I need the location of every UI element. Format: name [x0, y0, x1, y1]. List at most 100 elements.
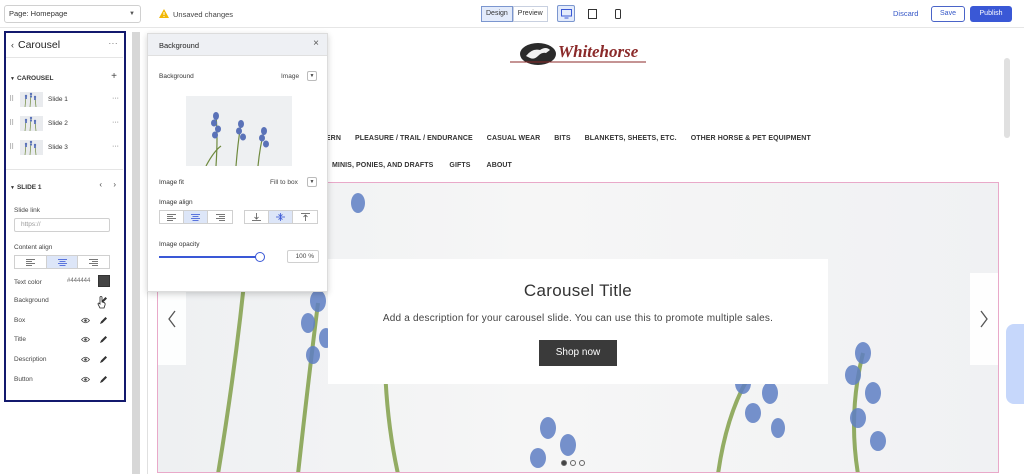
nav-link[interactable]: GIFTS — [449, 162, 470, 169]
more-options-icon[interactable]: ··· — [112, 119, 119, 126]
save-button[interactable]: Save — [931, 6, 965, 22]
carousel-description: Add a description for your carousel slid… — [382, 313, 774, 324]
opacity-slider-track[interactable] — [159, 256, 263, 258]
close-icon[interactable]: × — [313, 38, 319, 49]
publish-button[interactable]: Publish — [970, 6, 1012, 22]
panel-scrollbar[interactable] — [132, 32, 140, 474]
align-right-button[interactable] — [78, 256, 109, 268]
box-row[interactable]: Box — [14, 316, 110, 328]
nav-link[interactable]: BITS — [554, 135, 570, 142]
image-align-label: Image align — [159, 199, 193, 206]
page-select[interactable]: Page: Homepage ▼ — [4, 5, 141, 23]
button-label: Button — [14, 376, 33, 383]
preview-scrollbar[interactable] — [1004, 58, 1010, 138]
carousel-settings-panel: ‹ Carousel ··· ▼ CAROUSEL + ⠿ Slide 1 ··· … — [4, 31, 126, 402]
opacity-input[interactable]: 100 % — [287, 250, 319, 263]
panel-title: Carousel — [18, 39, 61, 51]
visibility-eye-icon[interactable] — [81, 376, 90, 383]
preview-mode-button[interactable]: Preview — [512, 6, 548, 22]
mobile-view-button[interactable] — [609, 5, 627, 22]
visibility-eye-icon[interactable] — [81, 317, 90, 324]
image-fit-value[interactable]: Fill to box — [270, 179, 298, 186]
drag-handle-icon[interactable]: ⠿ — [9, 119, 14, 127]
chevron-down-icon[interactable]: ▼ — [307, 177, 317, 187]
background-image-preview[interactable] — [186, 96, 292, 166]
chevron-right-icon — [980, 310, 988, 328]
align-middle-button[interactable] — [269, 211, 293, 223]
title-label: Title — [14, 336, 27, 343]
nav-link[interactable]: BLANKETS, SHEETS, ETC. — [585, 135, 677, 142]
tablet-icon — [587, 8, 597, 19]
align-middle-icon — [276, 213, 285, 221]
align-left-icon — [167, 213, 176, 221]
slide-item[interactable]: ⠿ Slide 2 ··· — [9, 116, 121, 132]
desktop-view-button[interactable] — [557, 5, 575, 22]
discard-button[interactable]: Discard — [893, 9, 918, 18]
edit-pencil-icon[interactable] — [99, 375, 108, 384]
visibility-eye-icon[interactable] — [81, 336, 90, 343]
align-center-button[interactable] — [184, 211, 208, 223]
carousel-next-button[interactable] — [970, 273, 998, 365]
previous-slide-icon[interactable]: ‹ — [99, 180, 102, 189]
vertical-align-group — [244, 210, 318, 224]
edit-pencil-icon[interactable] — [99, 316, 108, 325]
visibility-eye-icon[interactable] — [81, 356, 90, 363]
align-left-button[interactable] — [160, 211, 184, 223]
title-row[interactable]: Title — [14, 335, 110, 347]
side-help-tab[interactable] — [1006, 324, 1024, 404]
nav-link[interactable]: CASUAL WEAR — [487, 135, 540, 142]
opacity-slider-handle[interactable] — [255, 252, 265, 262]
tablet-view-button[interactable] — [583, 5, 601, 22]
hand-cursor-icon — [97, 296, 106, 309]
background-row[interactable]: Background — [14, 296, 110, 308]
slide-label: Slide 1 — [48, 96, 68, 103]
next-slide-icon[interactable]: › — [113, 180, 116, 189]
slide-link-input[interactable]: https:// — [14, 218, 110, 232]
carousel-content-box: Carousel Title Add a description for you… — [328, 259, 828, 384]
more-options-icon[interactable]: ··· — [112, 95, 119, 102]
drag-handle-icon[interactable]: ⠿ — [9, 143, 14, 151]
carousel-section-header[interactable]: ▼ CAROUSEL — [10, 75, 53, 82]
slide-item[interactable]: ⠿ Slide 1 ··· — [9, 92, 121, 108]
main-nav-row-1: ESTERN PLEASURE / TRAIL / ENDURANCE CASU… — [312, 135, 811, 142]
button-row[interactable]: Button — [14, 375, 110, 387]
background-type-value[interactable]: Image — [281, 73, 299, 80]
align-bottom-button[interactable] — [245, 211, 269, 223]
slide-label: Slide 3 — [48, 144, 68, 151]
chevron-down-icon[interactable]: ▼ — [307, 71, 317, 81]
align-left-button[interactable] — [15, 256, 47, 268]
nav-link[interactable]: ABOUT — [487, 162, 512, 169]
desktop-icon — [560, 8, 572, 18]
shop-now-button[interactable]: Shop now — [539, 340, 617, 366]
content-align-label: Content align — [14, 244, 53, 251]
add-slide-icon[interactable]: + — [111, 71, 117, 82]
text-color-swatch[interactable] — [98, 275, 110, 287]
back-chevron-icon[interactable]: ‹ — [11, 40, 14, 50]
carousel-dot[interactable] — [561, 460, 567, 466]
edit-pencil-icon[interactable] — [99, 355, 108, 364]
more-options-icon[interactable]: ··· — [112, 143, 119, 150]
design-mode-button[interactable]: Design — [481, 6, 513, 22]
slide-item[interactable]: ⠿ Slide 3 ··· — [9, 140, 121, 156]
collapse-triangle-icon: ▼ — [10, 185, 15, 191]
carousel-section-title: CAROUSEL — [16, 75, 54, 82]
carousel-title: Carousel Title — [523, 281, 633, 300]
align-right-button[interactable] — [208, 211, 232, 223]
slide-section-header[interactable]: ▼ SLIDE 1 — [10, 184, 42, 191]
drag-handle-icon[interactable]: ⠿ — [9, 95, 14, 103]
carousel-dot[interactable] — [579, 460, 585, 466]
nav-link[interactable]: OTHER HORSE & PET EQUIPMENT — [691, 135, 811, 142]
whitehorse-logo: Whitehorse — [510, 42, 646, 65]
align-top-button[interactable] — [293, 211, 317, 223]
edit-pencil-icon[interactable] — [99, 335, 108, 344]
carousel-dot[interactable] — [570, 460, 576, 466]
nav-link[interactable]: PLEASURE / TRAIL / ENDURANCE — [355, 135, 473, 142]
image-fit-label: Image fit — [159, 179, 184, 186]
align-center-button[interactable] — [46, 256, 79, 268]
nav-link[interactable]: MINIS, PONIES, AND DRAFTS — [332, 162, 433, 169]
description-row[interactable]: Description — [14, 355, 110, 367]
unsaved-text: Unsaved changes — [173, 10, 234, 19]
more-options-icon[interactable]: ··· — [109, 39, 119, 48]
content-align-group — [14, 255, 110, 269]
slide-label: Slide 2 — [48, 120, 68, 127]
